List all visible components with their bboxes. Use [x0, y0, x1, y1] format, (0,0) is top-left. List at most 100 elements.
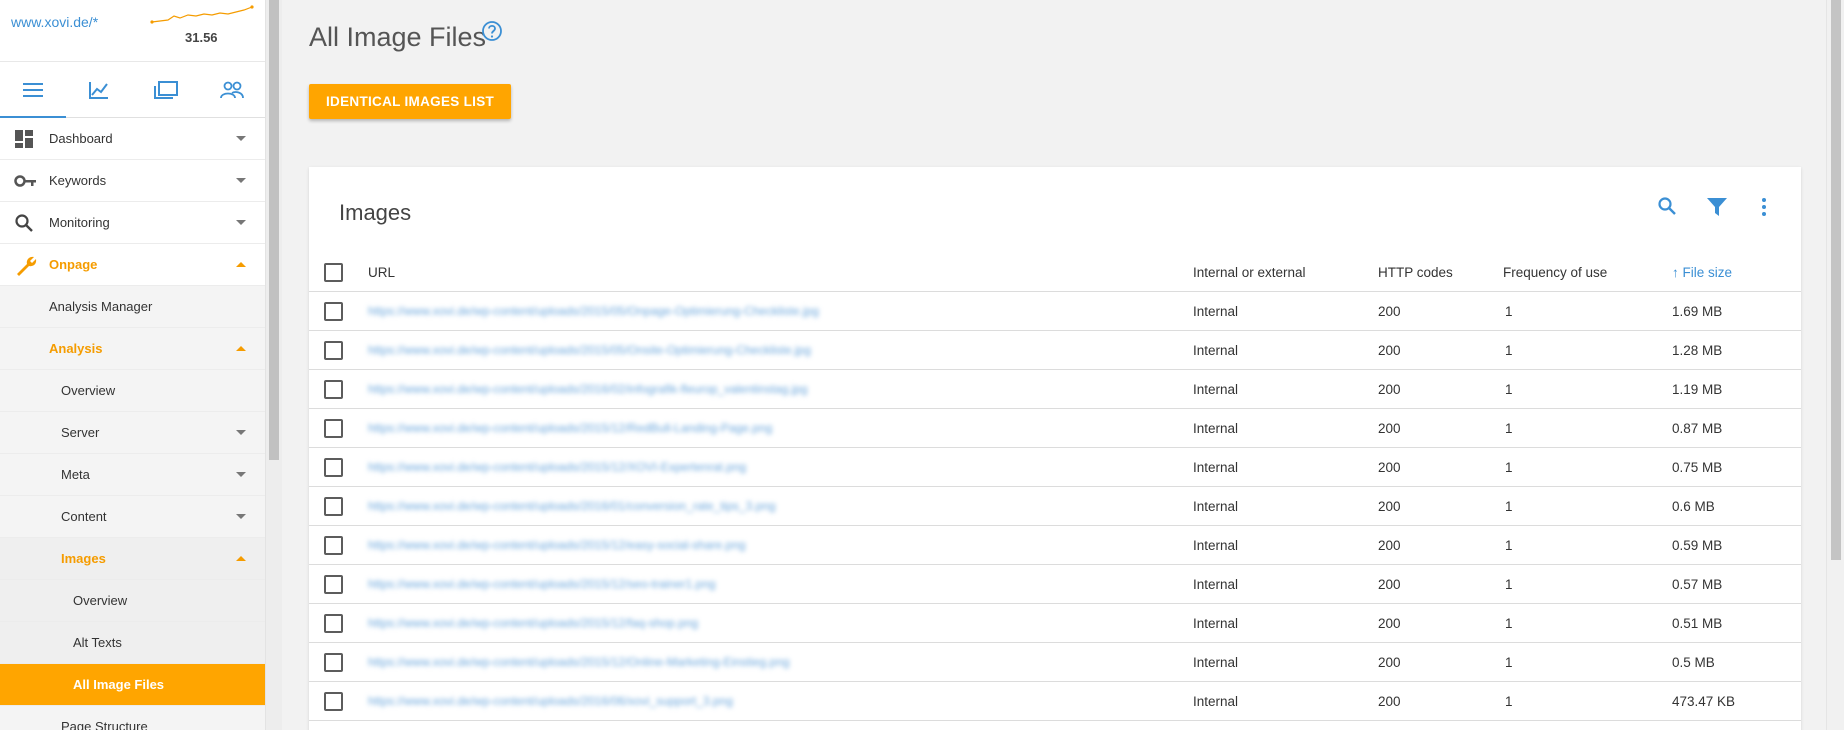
tab-charts[interactable] — [66, 62, 132, 117]
row-checkbox[interactable] — [324, 497, 343, 516]
more-vert-icon[interactable] — [1760, 196, 1768, 218]
sidebar-item-server[interactable]: Server — [0, 412, 265, 454]
column-header-url[interactable]: URL — [368, 265, 395, 280]
table-row[interactable]: https://www.xovi.de/wp-content/uploads/2… — [309, 409, 1801, 448]
image-url-link[interactable]: https://www.xovi.de/wp-content/uploads/2… — [368, 577, 716, 591]
table-row[interactable]: https://www.xovi.de/wp-content/uploads/2… — [309, 682, 1801, 721]
sidebar-item-monitoring[interactable]: Monitoring — [0, 202, 265, 244]
sidebar-item-label: Overview — [61, 383, 116, 398]
project-domain-link[interactable]: www.xovi.de/* — [11, 14, 98, 30]
page-scrollbar-thumb[interactable] — [1831, 0, 1841, 560]
image-url-link[interactable]: https://www.xovi.de/wp-content/uploads/2… — [368, 655, 790, 669]
image-url-link[interactable]: https://www.xovi.de/wp-content/uploads/2… — [368, 304, 819, 318]
table-row[interactable]: https://www.xovi.de/wp-content/uploads/2… — [309, 565, 1801, 604]
cell-frequency: 1 — [1505, 304, 1513, 319]
chevron-down-icon — [236, 220, 246, 225]
cell-http: 200 — [1378, 577, 1401, 592]
column-header-internal[interactable]: Internal or external — [1193, 265, 1306, 280]
sort-arrow-up-icon: ↑ — [1672, 265, 1679, 280]
cell-internal: Internal — [1193, 382, 1239, 397]
sidebar-item-images-overview[interactable]: Overview — [0, 580, 265, 622]
sidebar-item-label: Analysis Manager — [49, 299, 153, 314]
image-url-link[interactable]: https://www.xovi.de/wp-content/uploads/2… — [368, 460, 746, 474]
page-scrollbar[interactable] — [1826, 0, 1844, 730]
row-checkbox[interactable] — [324, 419, 343, 438]
project-header: www.xovi.de/* 31.56 — [0, 0, 265, 62]
tab-menu[interactable] — [0, 62, 67, 118]
tab-projects[interactable] — [133, 62, 199, 117]
table-row[interactable]: https://www.xovi.de/wp-content/uploads/2… — [309, 448, 1801, 487]
image-url-link[interactable]: https://www.xovi.de/wp-content/uploads/2… — [368, 343, 811, 357]
column-header-filesize[interactable]: ↑ File size — [1672, 265, 1732, 280]
cell-http: 200 — [1378, 499, 1401, 514]
cell-frequency: 1 — [1505, 382, 1513, 397]
column-header-http[interactable]: HTTP codes — [1378, 265, 1453, 280]
cell-http: 200 — [1378, 616, 1401, 631]
image-url-link[interactable]: https://www.xovi.de/wp-content/uploads/2… — [368, 382, 808, 396]
table-row[interactable]: https://www.xovi.de/wp-content/uploads/2… — [309, 526, 1801, 565]
cell-frequency: 1 — [1505, 460, 1513, 475]
image-url-link[interactable]: https://www.xovi.de/wp-content/uploads/2… — [368, 694, 733, 708]
sidebar-scrollbar[interactable] — [266, 0, 282, 730]
cell-filesize: 1.69 MB — [1672, 304, 1723, 319]
tab-users[interactable] — [199, 62, 265, 117]
cell-frequency: 1 — [1505, 421, 1513, 436]
sidebar-item-label: Images — [61, 551, 106, 566]
sidebar-item-all-image-files[interactable]: All Image Files — [0, 664, 265, 706]
menu-icon — [23, 82, 44, 97]
sidebar-item-label: Page Structure — [61, 719, 148, 730]
sidebar-scrollbar-thumb[interactable] — [269, 0, 279, 460]
select-all-checkbox[interactable] — [324, 263, 343, 282]
cell-frequency: 1 — [1505, 343, 1513, 358]
table-row[interactable]: https://www.xovi.de/wp-content/uploads/2… — [309, 643, 1801, 682]
table-row[interactable]: https://www.xovi.de/wp-content/uploads/2… — [309, 487, 1801, 526]
table-row[interactable]: https://www.xovi.de/wp-content/uploads/2… — [309, 331, 1801, 370]
cell-filesize: 0.59 MB — [1672, 538, 1723, 553]
image-url-link[interactable]: https://www.xovi.de/wp-content/uploads/2… — [368, 538, 746, 552]
row-checkbox[interactable] — [324, 575, 343, 594]
cell-http: 200 — [1378, 694, 1401, 709]
row-checkbox[interactable] — [324, 692, 343, 711]
sidebar-item-content[interactable]: Content — [0, 496, 265, 538]
row-checkbox[interactable] — [324, 380, 343, 399]
cell-filesize: 0.57 MB — [1672, 577, 1723, 592]
cell-internal: Internal — [1193, 655, 1239, 670]
row-checkbox[interactable] — [324, 302, 343, 321]
row-checkbox[interactable] — [324, 614, 343, 633]
image-url-link[interactable]: https://www.xovi.de/wp-content/uploads/2… — [368, 616, 698, 630]
row-checkbox[interactable] — [324, 536, 343, 555]
sidebar-item-page-structure[interactable]: Page Structure — [0, 706, 265, 730]
cell-internal: Internal — [1193, 343, 1239, 358]
image-url-link[interactable]: https://www.xovi.de/wp-content/uploads/2… — [368, 421, 772, 435]
help-icon[interactable] — [481, 20, 503, 42]
sidebar-item-meta[interactable]: Meta — [0, 454, 265, 496]
sidebar-item-images[interactable]: Images — [0, 538, 265, 580]
column-header-frequency[interactable]: Frequency of use — [1503, 265, 1607, 280]
cell-frequency: 1 — [1505, 577, 1513, 592]
table-row[interactable]: https://www.xovi.de/wp-content/uploads/2… — [309, 292, 1801, 331]
chevron-up-icon — [236, 556, 246, 561]
table-row[interactable]: https://www.xovi.de/wp-content/uploads/2… — [309, 604, 1801, 643]
sidebar-item-alt-texts[interactable]: Alt Texts — [0, 622, 265, 664]
cell-frequency: 1 — [1505, 655, 1513, 670]
row-checkbox[interactable] — [324, 653, 343, 672]
cell-http: 200 — [1378, 538, 1401, 553]
row-checkbox[interactable] — [324, 458, 343, 477]
sidebar-item-analysis[interactable]: Analysis — [0, 328, 265, 370]
image-url-link[interactable]: https://www.xovi.de/wp-content/uploads/2… — [368, 499, 776, 513]
sidebar-item-onpage[interactable]: Onpage — [0, 244, 265, 286]
identical-images-button[interactable]: IDENTICAL IMAGES LIST — [309, 84, 512, 119]
search-icon — [15, 214, 33, 232]
sidebar-item-overview[interactable]: Overview — [0, 370, 265, 412]
wrench-icon — [17, 256, 37, 276]
sidebar-item-label: Alt Texts — [73, 635, 122, 650]
search-icon[interactable] — [1657, 196, 1677, 216]
table-row[interactable]: https://www.xovi.de/wp-content/uploads/2… — [309, 370, 1801, 409]
sidebar-item-analysis-manager[interactable]: Analysis Manager — [0, 286, 265, 328]
sidebar-item-dashboard[interactable]: Dashboard — [0, 118, 265, 160]
sidebar-item-keywords[interactable]: Keywords — [0, 160, 265, 202]
cell-frequency: 1 — [1505, 694, 1513, 709]
filter-icon[interactable] — [1706, 196, 1728, 218]
chevron-down-icon — [236, 514, 246, 519]
row-checkbox[interactable] — [324, 341, 343, 360]
